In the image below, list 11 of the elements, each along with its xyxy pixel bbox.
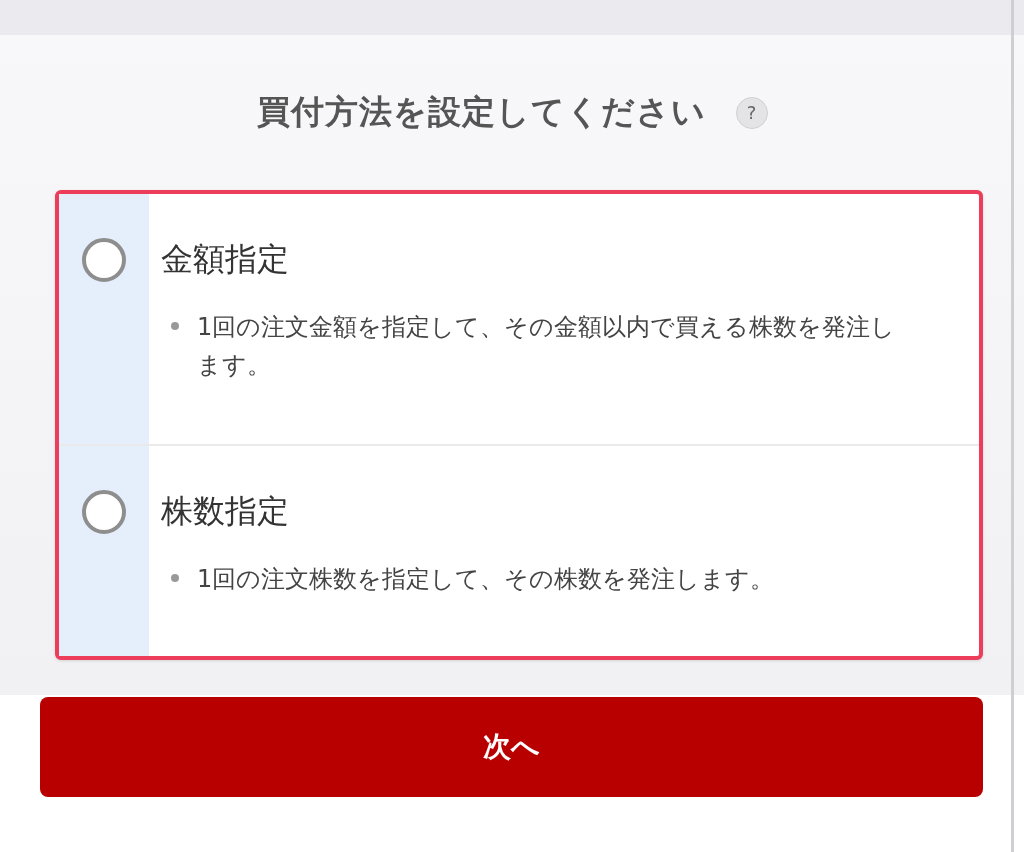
radio-button[interactable] <box>82 490 126 534</box>
page-title: 買付方法を設定してください <box>256 91 706 133</box>
radio-button[interactable] <box>82 238 126 282</box>
option-description: 1回の注文金額を指定して、その金額以内で買える株数を発注します。 <box>197 312 897 382</box>
bullet-icon <box>171 322 179 330</box>
option-label[interactable]: 株数指定 <box>161 490 939 534</box>
option-label[interactable]: 金額指定 <box>161 238 939 282</box>
next-button[interactable]: 次へ <box>40 697 983 797</box>
option-description: 1回の注文株数を指定して、その株数を発注します。 <box>197 564 775 595</box>
bullet-icon <box>171 574 179 582</box>
help-icon[interactable]: ? <box>735 96 768 129</box>
